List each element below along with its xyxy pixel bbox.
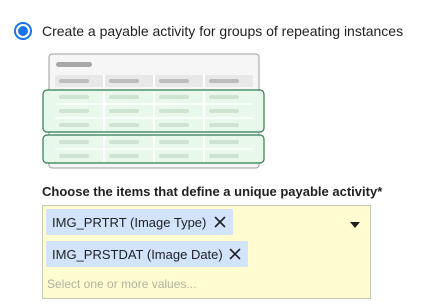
radio-selected-icon[interactable] <box>14 22 32 40</box>
option-repeating-instances[interactable]: Create a payable activity for groups of … <box>14 22 403 40</box>
option-label: Create a payable activity for groups of … <box>42 23 404 39</box>
multiselect-placeholder[interactable]: Select one or more values... <box>47 277 196 291</box>
selected-chip: IMG_PRSTDAT (Image Date) <box>46 241 248 267</box>
chip-label: IMG_PRTRT (Image Type) <box>52 214 207 230</box>
close-icon[interactable] <box>228 247 242 261</box>
radio-dot <box>18 26 28 36</box>
table-grouping-icon <box>42 53 265 169</box>
repeating-groups-illustration <box>42 53 266 171</box>
selected-chip: IMG_PRTRT (Image Type) <box>46 209 233 235</box>
unique-activity-field-label: Choose the items that define a unique pa… <box>42 184 383 199</box>
caret-down-icon[interactable] <box>349 216 361 228</box>
unique-activity-multiselect[interactable]: IMG_PRTRT (Image Type) IMG_PRSTDAT (Imag… <box>42 205 371 299</box>
chip-label: IMG_PRSTDAT (Image Date) <box>52 246 223 262</box>
close-icon[interactable] <box>213 215 227 229</box>
